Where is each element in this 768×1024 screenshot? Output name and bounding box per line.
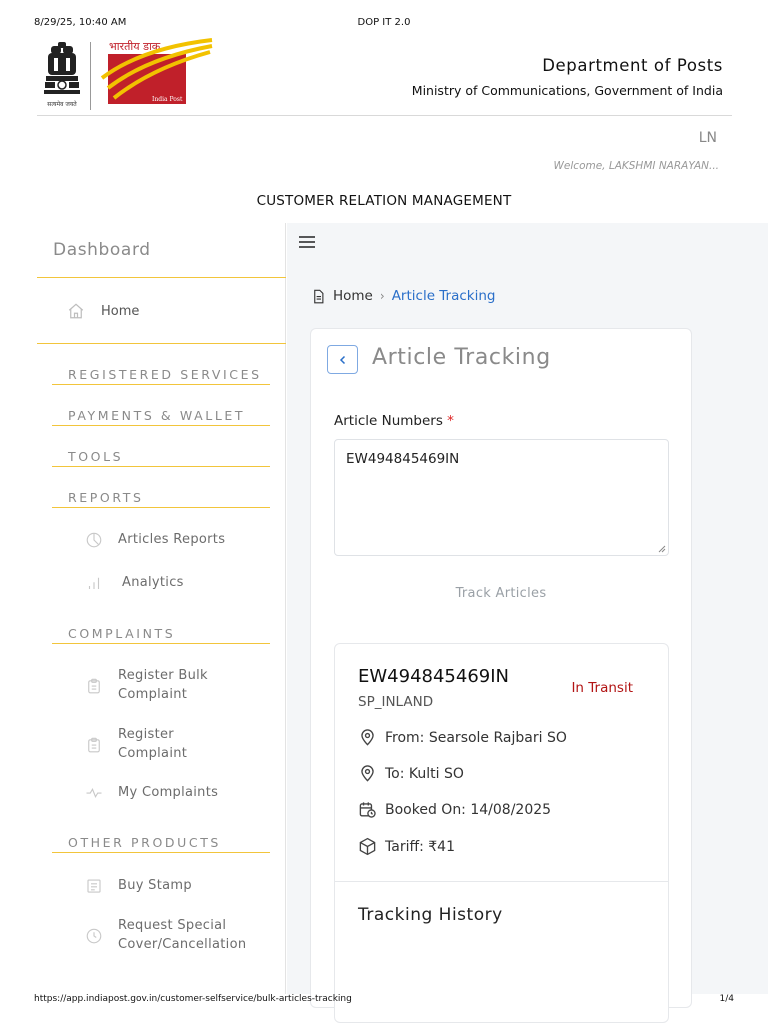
sidebar-section-payments-wallet[interactable]: PAYMENTS & WALLET	[52, 408, 270, 426]
map-pin-icon	[361, 729, 374, 746]
stamp-icon	[87, 879, 101, 893]
sidebar-item-articles-reports[interactable]: Articles Reports	[85, 531, 225, 550]
sidebar-item-label: Articles Reports	[118, 532, 226, 547]
article-numbers-textarea[interactable]: EW494845469IN	[334, 439, 669, 556]
sidebar-divider	[37, 277, 286, 278]
sidebar-item-register-bulk-complaint[interactable]: Register Bulk Complaint	[85, 667, 208, 704]
menu-toggle-button[interactable]	[297, 234, 317, 254]
booked-on-row: Booked On: 14/08/2025	[358, 800, 551, 819]
tariff-row: Tariff: ₹41	[358, 837, 455, 856]
national-emblem-logo: सत्यमेव जयते	[37, 40, 87, 112]
bar-chart-icon	[88, 578, 100, 590]
sidebar-section-tools[interactable]: TOOLS	[52, 449, 270, 467]
sidebar-item-home[interactable]: Home	[67, 299, 139, 323]
article-tracking-card: Article Tracking Article Numbers * EW494…	[310, 328, 692, 1023]
tracking-history-title: Tracking History	[358, 905, 503, 925]
sidebar-section-complaints[interactable]: COMPLAINTS	[52, 626, 270, 644]
chevron-right-icon: ›	[379, 289, 385, 303]
page-title: CUSTOMER RELATION MANAGEMENT	[256, 193, 512, 209]
site-header: सत्यमेव जयते भारतीय डाक India Post Depar…	[37, 36, 732, 116]
sidebar-item-label: Cover/Cancellation	[118, 936, 247, 952]
user-avatar-initials[interactable]: LN	[699, 130, 717, 146]
sidebar-section-registered-services[interactable]: REGISTERED SERVICES	[52, 367, 270, 385]
destination-row: To: Kulti SO	[358, 764, 464, 783]
hamburger-menu-icon	[299, 236, 315, 248]
sidebar-item-my-complaints[interactable]: My Complaints	[85, 784, 218, 803]
sidebar-item-label: Complaint	[118, 745, 188, 761]
origin-text: From: Searsole Rajbari SO	[385, 729, 567, 746]
home-icon	[68, 303, 84, 319]
clock-icon	[86, 928, 102, 943]
breadcrumb-current: Article Tracking	[391, 288, 496, 304]
card-title: Article Tracking	[372, 345, 551, 370]
department-name: Department of Posts	[542, 56, 723, 75]
sidebar-item-register-complaint[interactable]: Register Complaint	[85, 726, 187, 763]
sidebar: Dashboard Home REGISTERED SERVICES PAYME…	[37, 223, 286, 994]
article-numbers-value: EW494845469IN	[346, 451, 460, 467]
breadcrumb-home-link[interactable]: Home	[333, 288, 373, 304]
sidebar-item-request-special-cover[interactable]: Request Special Cover/Cancellation	[85, 917, 246, 954]
tracking-result-card: EW494845469IN In Transit SP_INLAND From:…	[334, 643, 669, 1023]
main-content: Home › Article Tracking Article Tracking…	[287, 223, 768, 1023]
article-numbers-label: Article Numbers *	[334, 413, 454, 429]
map-pin-icon	[361, 765, 374, 782]
sidebar-item-home-label: Home	[101, 303, 140, 319]
package-icon	[359, 837, 376, 856]
status-badge: In Transit	[571, 680, 633, 696]
section-divider	[335, 881, 668, 882]
sidebar-item-label: Register	[118, 727, 174, 742]
clipboard-icon	[88, 737, 100, 752]
origin-row: From: Searsole Rajbari SO	[358, 728, 567, 747]
activity-icon	[86, 788, 102, 799]
india-post-logo: भारतीय डाक India Post	[92, 38, 216, 108]
print-page-number: 1/4	[719, 994, 734, 1004]
print-footer: https://app.indiapost.gov.in/customer-se…	[34, 994, 734, 1008]
chevron-left-icon	[339, 355, 345, 364]
sidebar-item-label: Register Bulk	[118, 668, 208, 683]
sidebar-item-label: Analytics	[122, 575, 184, 590]
article-type: SP_INLAND	[358, 694, 434, 710]
sidebar-divider	[37, 343, 286, 344]
sidebar-item-label: My Complaints	[118, 785, 219, 800]
clipboard-icon	[88, 678, 100, 693]
track-articles-button[interactable]: Track Articles	[334, 586, 668, 601]
back-button[interactable]	[327, 345, 358, 374]
sidebar-section-other-products[interactable]: OTHER PRODUCTS	[52, 835, 270, 853]
sidebar-item-analytics[interactable]: Analytics	[85, 574, 184, 593]
result-article-number: EW494845469IN	[358, 666, 510, 687]
sidebar-item-label: Request Special	[118, 918, 227, 933]
sidebar-section-reports[interactable]: REPORTS	[52, 490, 270, 508]
logo-divider	[90, 42, 91, 110]
breadcrumb: Home › Article Tracking	[311, 288, 496, 304]
tariff-text: Tariff: ₹41	[385, 838, 455, 855]
sidebar-item-label: Buy Stamp	[118, 878, 192, 893]
required-marker: *	[447, 413, 454, 429]
sidebar-dashboard-title[interactable]: Dashboard	[53, 240, 151, 260]
sidebar-item-label: Complaint	[118, 686, 188, 702]
print-page-title: DOP IT 2.0	[357, 17, 411, 28]
print-url: https://app.indiapost.gov.in/customer-se…	[34, 994, 352, 1004]
welcome-text: Welcome, LAKSHMI NARAYAN...	[553, 160, 719, 172]
report-icon	[86, 532, 102, 548]
calendar-clock-icon	[359, 802, 376, 818]
sidebar-item-buy-stamp[interactable]: Buy Stamp	[85, 877, 192, 896]
resize-handle-icon[interactable]	[657, 544, 666, 553]
svg-text:India Post: India Post	[152, 96, 183, 103]
ministry-name: Ministry of Communications, Government o…	[411, 83, 723, 98]
destination-text: To: Kulti SO	[385, 765, 464, 782]
booked-on-text: Booked On: 14/08/2025	[385, 801, 552, 818]
document-icon	[314, 289, 324, 303]
emblem-motto: सत्यमेव जयते	[47, 101, 77, 108]
print-header: 8/29/25, 10:40 AM DOP IT 2.0	[34, 17, 734, 31]
